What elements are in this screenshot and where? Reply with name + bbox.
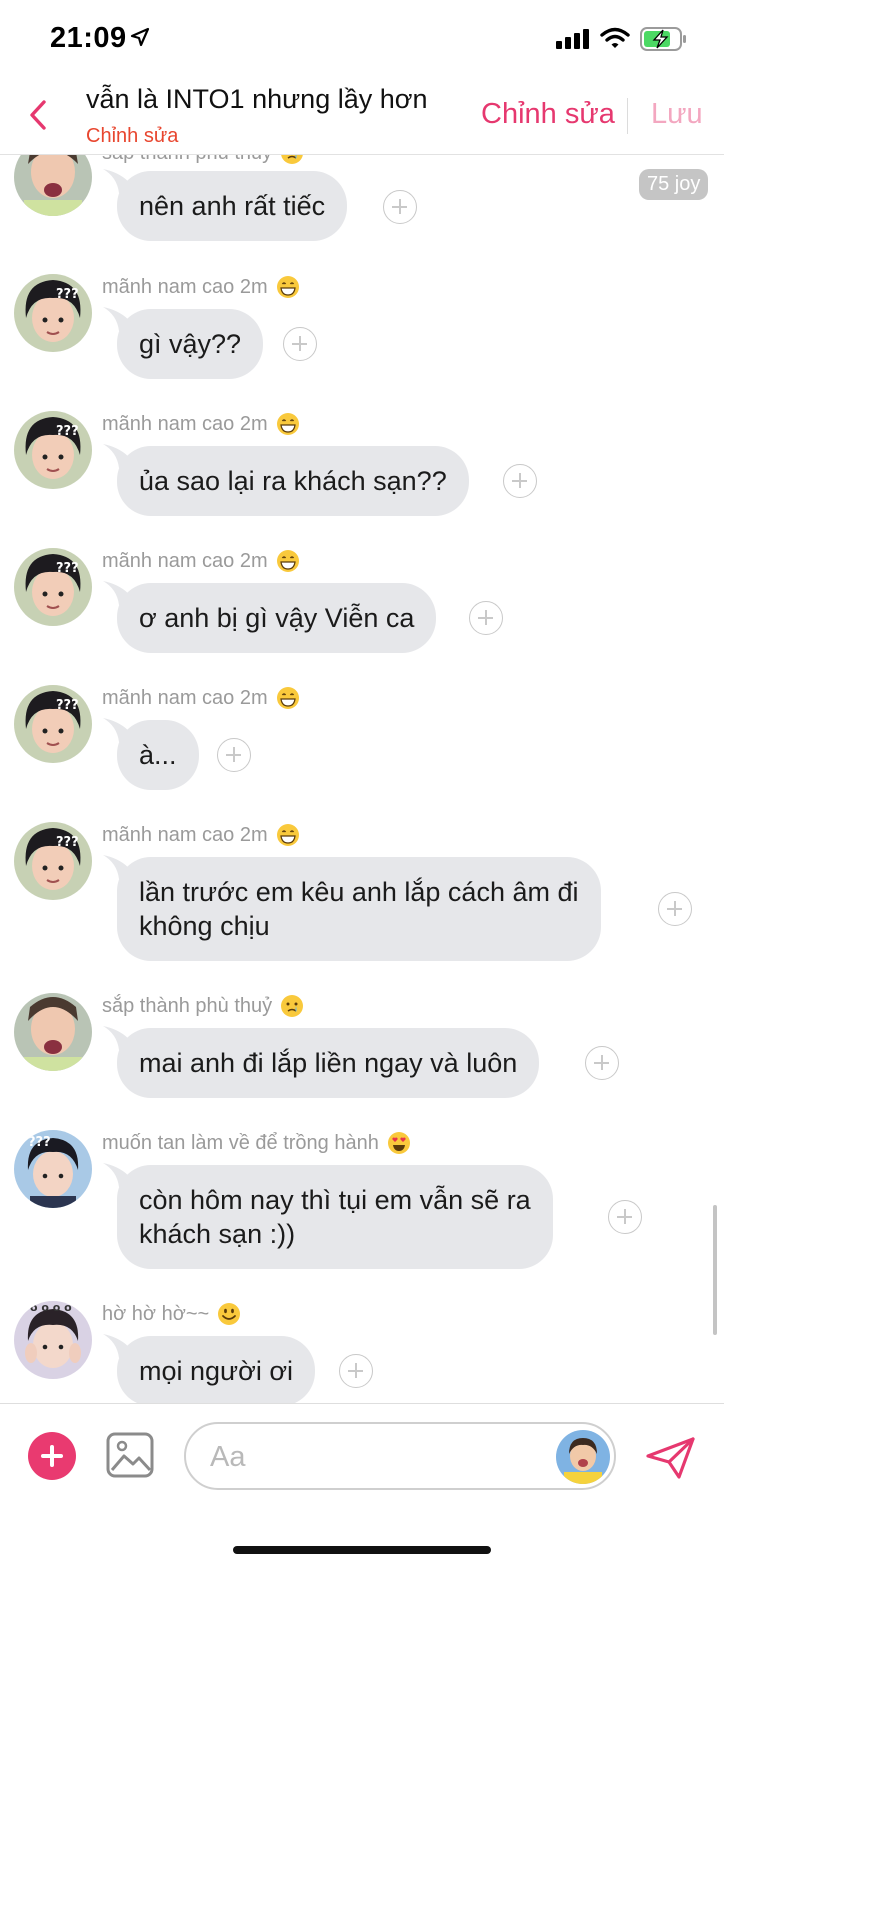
avatar[interactable]: ???: [14, 411, 92, 489]
message-list[interactable]: 75 joy sắp thành phù thuỷ nên anh rất ti…: [0, 155, 724, 1403]
grinning-face-icon: [276, 413, 299, 435]
svg-text:???: ???: [56, 698, 79, 713]
avatar[interactable]: ???: [14, 548, 92, 626]
message-text-line: còn hôm nay thì tụi em vẫn sẽ ra: [139, 1185, 531, 1215]
avatar[interactable]: ???: [14, 274, 92, 352]
sender-name: mãnh nam cao 2m: [102, 823, 300, 847]
home-indicator[interactable]: [233, 1546, 491, 1554]
message-text-line: khách sạn :)): [139, 1219, 296, 1249]
message-bubble[interactable]: mọi người ơi: [103, 1334, 316, 1403]
add-reaction-button[interactable]: [585, 1046, 619, 1080]
smiling-face-icon: [218, 1303, 241, 1325]
grinning-face-icon: [276, 687, 299, 709]
chat-header: vẫn là INTO1 nhưng lầy hơn Chỉnh sửa Chỉ…: [0, 78, 724, 155]
avatar[interactable]: o o o o: [14, 1301, 92, 1379]
location-arrow-icon: [130, 27, 150, 47]
add-reaction-button[interactable]: [283, 327, 317, 361]
grinning-face-icon: [276, 824, 299, 846]
grinning-face-icon: [276, 550, 299, 572]
message-bubble[interactable]: gì vậy??: [103, 307, 264, 379]
scrollbar[interactable]: [713, 1205, 717, 1335]
message-text: mai anh đi lắp liền ngay và luôn: [139, 1048, 518, 1078]
crying-face-icon: [281, 995, 304, 1017]
grinning-face-icon: [276, 276, 299, 298]
header-divider: [627, 98, 628, 134]
add-reaction-button[interactable]: [608, 1200, 642, 1234]
svg-text:???: ???: [56, 835, 79, 850]
svg-text:???: ???: [56, 287, 79, 302]
joy-count-badge: 75 joy: [639, 169, 709, 200]
message-bubble[interactable]: ủa sao lại ra khách sạn??: [103, 444, 469, 516]
message-input[interactable]: [208, 1434, 542, 1480]
sender-name: mãnh nam cao 2m: [102, 686, 300, 710]
image-icon[interactable]: [106, 1432, 154, 1478]
wifi-icon: [600, 27, 630, 48]
sender-name: mãnh nam cao 2m: [102, 275, 300, 299]
svg-text:???: ???: [56, 561, 79, 576]
avatar[interactable]: [14, 993, 92, 1071]
add-reaction-button[interactable]: [339, 1354, 373, 1388]
avatar[interactable]: ???: [14, 822, 92, 900]
svg-text:???: ???: [28, 1135, 51, 1150]
send-icon[interactable]: [645, 1436, 697, 1480]
status-time: 21:09: [50, 22, 127, 54]
message-bubble[interactable]: à...: [103, 718, 199, 790]
message-text: gì vậy??: [139, 329, 242, 359]
add-reaction-button[interactable]: [217, 738, 251, 772]
avatar[interactable]: ???: [14, 685, 92, 763]
svg-text:???: ???: [56, 424, 79, 439]
heart-eyes-face-icon: [387, 1132, 410, 1154]
sender-name: muốn tan làm về để trồng hành: [102, 1131, 411, 1155]
crying-face-icon: [281, 155, 303, 164]
add-attachment-button[interactable]: [28, 1432, 76, 1480]
back-chevron-icon[interactable]: [26, 98, 50, 132]
battery-charging-icon: [640, 27, 686, 51]
edit-button[interactable]: Chỉnh sửa: [481, 98, 615, 131]
message-text-line: không chịu: [139, 911, 270, 941]
message-input-container[interactable]: [184, 1422, 616, 1490]
sender-name: mãnh nam cao 2m: [102, 412, 300, 436]
add-reaction-button[interactable]: [503, 464, 537, 498]
sender-name: hờ hờ hờ~~: [102, 1302, 241, 1326]
sticker-avatar-button[interactable]: [556, 1430, 610, 1484]
add-reaction-button[interactable]: [658, 892, 692, 926]
save-button[interactable]: Lưu: [651, 98, 703, 131]
message-text: mọi người ơi: [139, 1356, 294, 1386]
message-text-line: lần trước em kêu anh lắp cách âm đi: [139, 877, 579, 907]
message-bubble[interactable]: còn hôm nay thì tụi em vẫn sẽ ra khách s…: [103, 1163, 553, 1269]
add-reaction-button[interactable]: [469, 601, 503, 635]
message-composer: [0, 1403, 724, 1514]
sender-name: sắp thành phù thuỷ: [102, 155, 304, 165]
cellular-signal-icon: [556, 29, 589, 49]
chat-title: vẫn là INTO1 nhưng lầy hơn: [86, 84, 428, 114]
message-text: ủa sao lại ra khách sạn??: [139, 466, 447, 496]
svg-text:o o o o: o o o o: [30, 1301, 72, 1314]
message-bubble[interactable]: nên anh rất tiếc: [103, 169, 348, 241]
sender-name: sắp thành phù thuỷ: [102, 994, 304, 1018]
avatar[interactable]: ???: [14, 1130, 92, 1208]
add-reaction-button[interactable]: [383, 190, 417, 224]
status-bar: 21:09: [0, 0, 724, 78]
message-bubble[interactable]: lần trước em kêu anh lắp cách âm đi khôn…: [103, 855, 601, 961]
chat-subtitle: Chỉnh sửa: [86, 125, 179, 147]
message-text: nên anh rất tiếc: [139, 191, 326, 221]
message-text: ơ anh bị gì vậy Viễn ca: [139, 603, 415, 633]
avatar[interactable]: [14, 155, 92, 216]
message-bubble[interactable]: mai anh đi lắp liền ngay và luôn: [103, 1026, 540, 1098]
message-bubble[interactable]: ơ anh bị gì vậy Viễn ca: [103, 581, 437, 653]
sender-name: mãnh nam cao 2m: [102, 549, 300, 573]
message-text: à...: [139, 740, 177, 770]
